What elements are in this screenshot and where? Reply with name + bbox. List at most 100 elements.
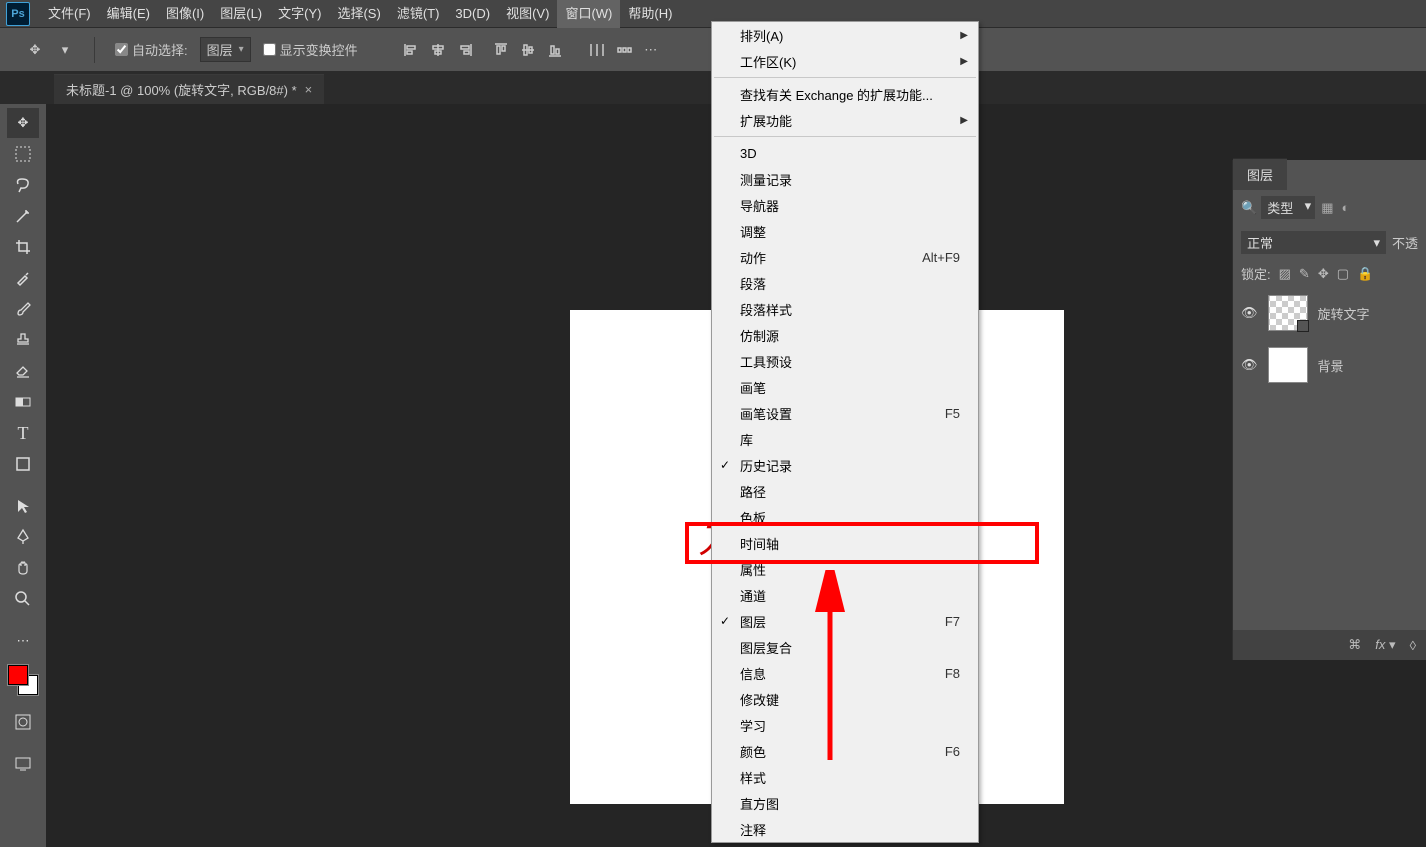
gradient-tool-icon[interactable] bbox=[7, 387, 39, 417]
menu-item[interactable]: 属性 bbox=[712, 556, 978, 582]
eyedropper-tool-icon[interactable] bbox=[7, 263, 39, 293]
menu-image[interactable]: 图像(I) bbox=[158, 0, 212, 28]
menu-item[interactable]: 色板 bbox=[712, 504, 978, 530]
layers-kind-value[interactable]: 类型 bbox=[1261, 196, 1315, 219]
menu-item[interactable]: 测量记录 bbox=[712, 166, 978, 192]
edit-toolbar-icon[interactable]: ⋯ bbox=[7, 626, 39, 656]
crop-tool-icon[interactable] bbox=[7, 232, 39, 262]
layers-tab[interactable]: 图层 bbox=[1233, 158, 1287, 190]
layer-thumbnail[interactable] bbox=[1268, 347, 1308, 383]
stamp-tool-icon[interactable] bbox=[7, 325, 39, 355]
zoom-tool-icon[interactable] bbox=[7, 584, 39, 614]
menu-item[interactable]: 库 bbox=[712, 426, 978, 452]
wand-tool-icon[interactable] bbox=[7, 201, 39, 231]
layers-kind-filter[interactable]: 🔍 类型 bbox=[1241, 196, 1315, 219]
menu-layer[interactable]: 图层(L) bbox=[212, 0, 270, 28]
menu-item[interactable]: 排列(A) bbox=[712, 22, 978, 48]
lock-paint-icon[interactable]: ✎ bbox=[1299, 266, 1310, 282]
move-tool-icon[interactable]: ✥ bbox=[7, 108, 39, 138]
menu-view[interactable]: 视图(V) bbox=[498, 0, 557, 28]
align-top-icon[interactable] bbox=[488, 37, 514, 63]
menu-type[interactable]: 文字(Y) bbox=[270, 0, 329, 28]
auto-select-checkbox[interactable]: 自动选择: bbox=[115, 40, 188, 59]
visibility-toggle-icon[interactable]: 👁 bbox=[1241, 357, 1258, 373]
menu-item[interactable]: 修改键 bbox=[712, 686, 978, 712]
blend-mode-select[interactable]: 正常 ▾ bbox=[1241, 231, 1386, 254]
shape-tool-icon[interactable] bbox=[7, 449, 39, 479]
menu-item[interactable]: 扩展功能 bbox=[712, 107, 978, 133]
document-tab[interactable]: 未标题-1 @ 100% (旋转文字, RGB/8#) * × bbox=[54, 74, 324, 104]
filter-pixel-icon[interactable]: ▦ bbox=[1321, 200, 1333, 216]
layer-thumbnail[interactable] bbox=[1268, 295, 1308, 331]
close-icon[interactable]: × bbox=[305, 82, 313, 97]
menu-item[interactable]: 时间轴 bbox=[712, 530, 978, 556]
menu-item[interactable]: 直方图 bbox=[712, 790, 978, 816]
menu-item[interactable]: 动作Alt+F9 bbox=[712, 244, 978, 270]
lock-artboard-icon[interactable]: ▢ bbox=[1337, 266, 1349, 282]
auto-select-target[interactable]: 图层 ▾ bbox=[200, 37, 251, 62]
menu-item[interactable]: 路径 bbox=[712, 478, 978, 504]
menu-item[interactable]: ✓图层F7 bbox=[712, 608, 978, 634]
menu-item[interactable]: 3D bbox=[712, 140, 978, 166]
hand-tool-icon[interactable] bbox=[7, 553, 39, 583]
chevron-down-icon[interactable]: ▾ bbox=[56, 41, 74, 59]
align-right-icon[interactable] bbox=[452, 37, 478, 63]
menu-item[interactable]: 段落样式 bbox=[712, 296, 978, 322]
menu-item[interactable]: 颜色F6 bbox=[712, 738, 978, 764]
eraser-tool-icon[interactable] bbox=[7, 356, 39, 386]
brush-tool-icon[interactable] bbox=[7, 294, 39, 324]
menu-item[interactable]: 导航器 bbox=[712, 192, 978, 218]
layer-row[interactable]: 👁 旋转文字 bbox=[1233, 287, 1426, 339]
menu-window[interactable]: 窗口(W) bbox=[557, 0, 620, 28]
menu-item[interactable]: 工作区(K) bbox=[712, 48, 978, 74]
menu-item[interactable]: 画笔设置F5 bbox=[712, 400, 978, 426]
lasso-tool-icon[interactable] bbox=[7, 170, 39, 200]
menu-item[interactable]: 学习 bbox=[712, 712, 978, 738]
menu-item[interactable]: ✓历史记录 bbox=[712, 452, 978, 478]
type-tool-icon[interactable]: T bbox=[7, 418, 39, 448]
layer-row[interactable]: 👁 背景 bbox=[1233, 339, 1426, 391]
lock-transparency-icon[interactable]: ▨ bbox=[1279, 266, 1291, 282]
menu-select[interactable]: 选择(S) bbox=[329, 0, 388, 28]
menu-edit[interactable]: 编辑(E) bbox=[99, 0, 158, 28]
screenmode-icon[interactable] bbox=[7, 749, 39, 779]
color-swatch[interactable] bbox=[8, 665, 38, 695]
menu-item[interactable]: 仿制源 bbox=[712, 322, 978, 348]
menu-item[interactable]: 查找有关 Exchange 的扩展功能... bbox=[712, 81, 978, 107]
link-layers-icon[interactable]: ⌘ bbox=[1348, 637, 1361, 653]
foreground-color-swatch[interactable] bbox=[8, 665, 28, 685]
layer-mask-icon[interactable]: ◊ bbox=[1410, 638, 1416, 653]
visibility-toggle-icon[interactable]: 👁 bbox=[1241, 305, 1258, 321]
align-vcenter-icon[interactable] bbox=[515, 37, 541, 63]
menu-item[interactable]: 调整 bbox=[712, 218, 978, 244]
align-bottom-icon[interactable] bbox=[542, 37, 568, 63]
align-hcenter-icon[interactable] bbox=[425, 37, 451, 63]
distribute-icon[interactable] bbox=[611, 37, 637, 63]
filter-adjust-icon[interactable]: ◐ bbox=[1342, 200, 1350, 216]
align-left-icon[interactable] bbox=[398, 37, 424, 63]
quickmask-icon[interactable] bbox=[7, 707, 39, 737]
menu-item[interactable]: 样式 bbox=[712, 764, 978, 790]
menu-3d[interactable]: 3D(D) bbox=[447, 0, 498, 28]
path-select-tool-icon[interactable] bbox=[7, 491, 39, 521]
menu-item[interactable]: 段落 bbox=[712, 270, 978, 296]
menu-item[interactable]: 画笔 bbox=[712, 374, 978, 400]
layer-name[interactable]: 旋转文字 bbox=[1318, 304, 1370, 323]
menu-item[interactable]: 信息F8 bbox=[712, 660, 978, 686]
menu-item[interactable]: 注释 bbox=[712, 816, 978, 842]
menu-help[interactable]: 帮助(H) bbox=[620, 0, 680, 28]
distribute-h-icon[interactable] bbox=[584, 37, 610, 63]
show-transform-checkbox[interactable]: 显示变换控件 bbox=[263, 40, 358, 59]
marquee-tool-icon[interactable] bbox=[7, 139, 39, 169]
layer-name[interactable]: 背景 bbox=[1318, 356, 1344, 375]
more-icon[interactable]: ⋯ bbox=[638, 37, 664, 63]
menu-item[interactable]: 工具预设 bbox=[712, 348, 978, 374]
pen-tool-icon[interactable] bbox=[7, 522, 39, 552]
lock-position-icon[interactable]: ✥ bbox=[1318, 266, 1329, 282]
lock-all-icon[interactable]: 🔒 bbox=[1357, 266, 1373, 282]
menu-item[interactable]: 通道 bbox=[712, 582, 978, 608]
layer-fx-icon[interactable]: fx ▾ bbox=[1375, 637, 1395, 653]
menu-filter[interactable]: 滤镜(T) bbox=[389, 0, 448, 28]
menu-file[interactable]: 文件(F) bbox=[40, 0, 99, 28]
menu-item[interactable]: 图层复合 bbox=[712, 634, 978, 660]
